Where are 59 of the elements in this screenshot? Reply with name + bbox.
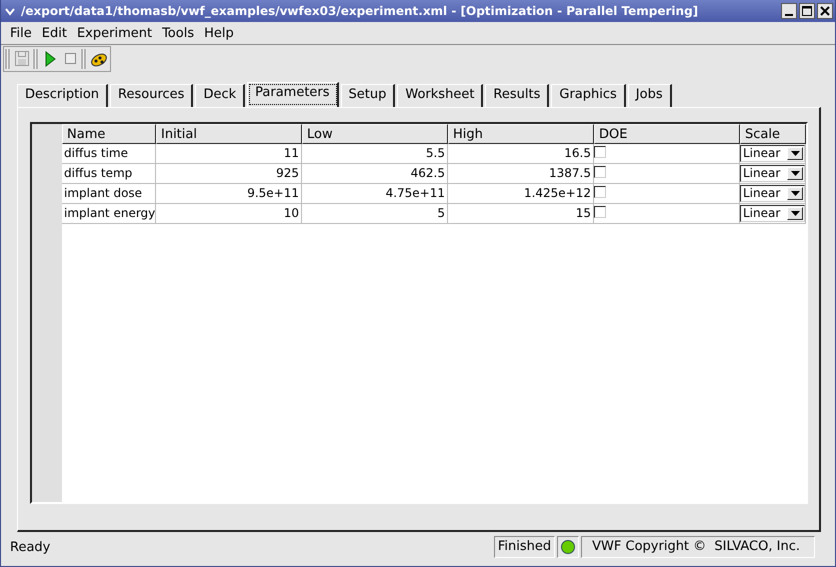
dropdown-arrow-icon[interactable] [790, 170, 800, 176]
grip-icon[interactable] [4, 47, 12, 71]
table-cell: 9.5e+11 [156, 184, 302, 204]
dropdown-arrow-icon[interactable] [790, 150, 800, 156]
maximize-icon[interactable] [799, 3, 815, 19]
scale-dropdown[interactable]: Linear [740, 145, 805, 162]
menu-item[interactable]: File [5, 26, 37, 40]
copyright-text: VWF Copyright © SILVACO, Inc. [581, 536, 815, 558]
table-cell: implant energy [62, 204, 156, 224]
tab[interactable]: Graphics [551, 84, 626, 107]
tab[interactable]: Results [485, 84, 550, 107]
table-cell: diffus temp [62, 164, 156, 184]
menu-item[interactable]: Tools [157, 26, 200, 40]
dropdown-arrow-icon[interactable] [790, 190, 800, 196]
column-header[interactable]: Initial [156, 124, 302, 144]
column-header[interactable]: Scale [740, 124, 806, 144]
checkbox[interactable] [594, 186, 606, 198]
menu-item[interactable]: Experiment [72, 26, 158, 40]
table-cell: 462.5 [302, 164, 448, 184]
tab[interactable]: Setup [340, 84, 396, 107]
grip-icon[interactable] [32, 47, 40, 71]
column-header[interactable]: DOE [594, 124, 740, 144]
column-header[interactable]: Name [62, 124, 156, 144]
tab[interactable]: Deck [195, 84, 246, 107]
scale-dropdown[interactable]: Linear [740, 185, 805, 202]
status-message: Ready [10, 540, 50, 554]
scale-dropdown[interactable]: Linear [740, 205, 805, 222]
table-cell: 1387.5 [448, 164, 594, 184]
tab[interactable]: Parameters [247, 82, 339, 107]
menu-item[interactable]: Help [199, 26, 239, 40]
minimize-icon[interactable] [781, 3, 797, 19]
checkbox[interactable] [594, 146, 606, 158]
table-cell: 16.5 [448, 144, 594, 164]
window-title: /export/data1/thomasb/vwf_examples/vwfex03/experiment.xml - [Optimization - Parallel Tempering] [21, 4, 700, 18]
table-cell: 5 [302, 204, 448, 224]
grip-icon[interactable] [80, 47, 88, 71]
scale-dropdown[interactable]: Linear [740, 165, 805, 182]
table-cell: diffus time [62, 144, 156, 164]
status-indicator [561, 540, 576, 554]
checkbox[interactable] [594, 206, 606, 218]
table-cell: 15 [448, 204, 594, 224]
table-cell: 4.75e+11 [302, 184, 448, 204]
tab[interactable]: Worksheet [397, 84, 484, 107]
dropdown-arrow-icon[interactable] [790, 210, 800, 216]
table-cell: 10 [156, 204, 302, 224]
tab[interactable]: Description [17, 84, 108, 107]
table-cell: 925 [156, 164, 302, 184]
table-cell: 1.425e+12 [448, 184, 594, 204]
table-cell: 11 [156, 144, 302, 164]
tab[interactable]: Resources [110, 84, 194, 107]
table-cell: 5.5 [302, 144, 448, 164]
status-state: Finished [494, 536, 556, 558]
column-header[interactable]: High [448, 124, 594, 144]
table-cell: implant dose [62, 184, 156, 204]
close-icon[interactable] [817, 3, 833, 19]
menu-item[interactable]: Edit [36, 26, 72, 40]
tab[interactable]: Jobs [628, 84, 672, 107]
column-header[interactable]: Low [302, 124, 448, 144]
checkbox[interactable] [594, 166, 606, 178]
